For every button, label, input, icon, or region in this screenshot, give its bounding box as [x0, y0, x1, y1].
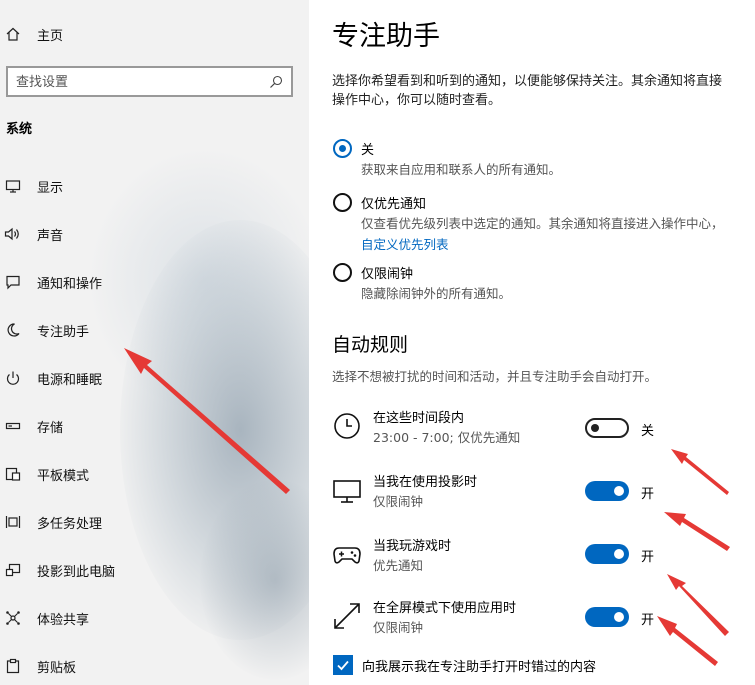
- sidebar-item-sound[interactable]: 声音: [0, 218, 309, 250]
- rule-title: 在全屏模式下使用应用时: [373, 601, 517, 616]
- main-content: 专注助手 选择你希望看到和听到的通知，以便能够保持关注。其余通知将直接 操作中心…: [309, 0, 755, 685]
- radio-option-alarms-only[interactable]: 仅限闹钟 隐藏除闹钟外的所有通知。: [332, 262, 755, 302]
- rule-subtitle: 仅限闹钟: [373, 620, 424, 635]
- page-description: 选择你希望看到和听到的通知，以便能够保持关注。其余通知将直接: [332, 74, 723, 89]
- radio-label: 关: [361, 143, 375, 158]
- checkmark-icon: [337, 660, 349, 671]
- rule-title: 当我在使用投影时: [373, 475, 478, 490]
- storage-icon: [4, 417, 22, 435]
- multitasking-icon: [4, 513, 22, 531]
- fullscreen-icon: [332, 601, 362, 631]
- sidebar-item-label: 多任务处理: [37, 516, 103, 532]
- toggle-gaming[interactable]: [585, 544, 629, 564]
- rule-title: 在这些时间段内: [373, 411, 465, 426]
- sidebar-item-label: 专注助手: [37, 324, 90, 340]
- rule-time-period[interactable]: 在这些时间段内 23:00 - 7:00; 仅优先通知: [332, 407, 752, 451]
- sidebar: 主页 系统 显示 声音 通知和操作 专注助手 电源和睡眠: [0, 0, 309, 685]
- rule-fullscreen[interactable]: 在全屏模式下使用应用时 仅限闹钟: [332, 597, 752, 641]
- sidebar-item-power-sleep[interactable]: 电源和睡眠: [0, 362, 309, 394]
- toggle-state-label: 关: [641, 424, 655, 439]
- auto-rules-description: 选择不想被打扰的时间和活动，并且专注助手会自动打开。: [332, 369, 658, 384]
- rule-gaming[interactable]: 当我玩游戏时 优先通知: [332, 535, 752, 579]
- toggle-state-label: 开: [641, 613, 655, 628]
- speaker-icon: [4, 225, 22, 243]
- auto-rules-title: 自动规则: [332, 334, 409, 356]
- sidebar-item-notifications[interactable]: 通知和操作: [0, 266, 309, 298]
- share-icon: [4, 609, 22, 627]
- clock-icon: [332, 411, 362, 441]
- search-input[interactable]: [16, 72, 256, 92]
- radio-label: 仅优先通知: [361, 197, 427, 212]
- toggle-state-label: 开: [641, 487, 655, 502]
- sidebar-item-label: 通知和操作: [37, 276, 103, 292]
- rule-subtitle: 优先通知: [373, 558, 424, 573]
- sidebar-item-label: 投影到此电脑: [37, 564, 116, 580]
- toggle-fullscreen[interactable]: [585, 607, 629, 627]
- customize-priority-list-link[interactable]: 自定义优先列表: [361, 234, 449, 253]
- nav-home-label: 主页: [37, 28, 64, 44]
- sidebar-item-label: 剪贴板: [37, 660, 77, 676]
- radio-description: 仅查看优先级列表中选定的通知。其余通知将直接进入操作中心，: [361, 216, 724, 231]
- checkbox[interactable]: [333, 655, 353, 675]
- sidebar-item-label: 存储: [37, 420, 64, 436]
- radio-option-off[interactable]: 关 获取来自应用和联系人的所有通知。: [332, 138, 755, 178]
- radio-button[interactable]: [333, 263, 352, 282]
- radio-button[interactable]: [333, 193, 352, 212]
- clipboard-icon: [4, 657, 22, 675]
- toggle-projecting[interactable]: [585, 481, 629, 501]
- search-box[interactable]: [6, 66, 293, 97]
- checkbox-label: 向我展示我在专注助手打开时错过的内容: [362, 660, 597, 675]
- tablet-mode-icon: [4, 465, 22, 483]
- page-title: 专注助手: [332, 21, 440, 52]
- toggle-state-label: 开: [641, 550, 655, 565]
- radio-label: 仅限闹钟: [361, 267, 414, 282]
- sidebar-item-focus-assist[interactable]: 专注助手: [0, 314, 309, 346]
- toggle-time-period[interactable]: [585, 418, 629, 438]
- sidebar-item-display[interactable]: 显示: [0, 170, 309, 202]
- sidebar-item-label: 声音: [37, 228, 64, 244]
- sidebar-item-multitasking[interactable]: 多任务处理: [0, 506, 309, 538]
- show-missed-checkbox-row[interactable]: 向我展示我在专注助手打开时错过的内容: [332, 654, 752, 676]
- power-icon: [4, 369, 22, 387]
- notification-icon: [4, 273, 22, 291]
- radio-option-priority-only[interactable]: 仅优先通知 仅查看优先级列表中选定的通知。其余通知将直接进入操作中心， 自定义优…: [332, 192, 755, 254]
- section-title: 系统: [6, 122, 33, 137]
- monitor-icon: [332, 475, 362, 505]
- monitor-icon: [4, 177, 22, 195]
- nav-home[interactable]: 主页: [0, 18, 309, 50]
- home-icon: [4, 25, 22, 43]
- rule-title: 当我玩游戏时: [373, 539, 452, 554]
- rule-projecting[interactable]: 当我在使用投影时 仅限闹钟: [332, 471, 752, 515]
- radio-button[interactable]: [333, 139, 352, 158]
- radio-description: 获取来自应用和联系人的所有通知。: [361, 162, 562, 177]
- sidebar-item-clipboard[interactable]: 剪贴板: [0, 650, 309, 682]
- sidebar-item-storage[interactable]: 存储: [0, 410, 309, 442]
- sidebar-item-label: 体验共享: [37, 612, 90, 628]
- sidebar-item-label: 电源和睡眠: [37, 372, 103, 388]
- sidebar-item-shared-experiences[interactable]: 体验共享: [0, 602, 309, 634]
- rule-subtitle: 23:00 - 7:00; 仅优先通知: [373, 430, 521, 445]
- moon-icon: [4, 321, 22, 339]
- gamepad-icon: [332, 539, 362, 569]
- sidebar-item-label: 平板模式: [37, 468, 90, 484]
- rule-subtitle: 仅限闹钟: [373, 494, 424, 509]
- sidebar-item-label: 显示: [37, 180, 64, 196]
- sidebar-item-project[interactable]: 投影到此电脑: [0, 554, 309, 586]
- project-icon: [4, 561, 22, 579]
- sidebar-item-tablet-mode[interactable]: 平板模式: [0, 458, 309, 490]
- page-description: 操作中心，你可以随时查看。: [332, 93, 502, 108]
- radio-description: 隐藏除闹钟外的所有通知。: [361, 286, 512, 301]
- search-icon[interactable]: [269, 74, 283, 88]
